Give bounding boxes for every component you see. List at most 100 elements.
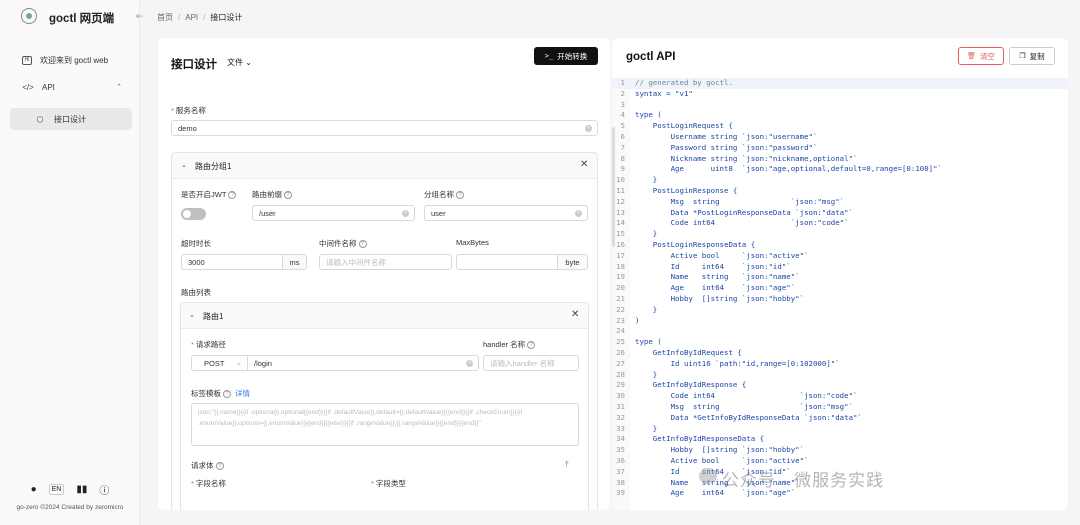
sidebar-item-interface-design[interactable]: ⬡ 接口设计 [10,108,132,130]
code-text: Hobby []string `json:"hobby"` [635,445,805,455]
code-line: 9 Age uint8 `json:"age,optional,default=… [612,164,1068,175]
code-text: Id int64 `json:"id"` [635,261,791,271]
code-text: type ( [635,337,662,347]
code-text: GetInfoByIdResponseData { [635,434,765,444]
close-icon[interactable]: ✕ [571,309,579,320]
route-group-title: 路由分组1 [195,162,232,171]
route-header[interactable]: ⌄ 路由1 ✕ [181,303,588,329]
help-icon: ? [228,191,237,200]
chevron-down-icon: ⌄ [245,58,252,67]
code-line: 16 PostLoginResponseData { [612,240,1068,251]
timeout-input[interactable]: 3000 [181,254,283,270]
help-icon: ? [223,390,231,399]
code-text: PostLoginRequest { [635,121,733,131]
line-number: 36 [616,456,625,465]
breadcrumb-api[interactable]: API [185,13,198,22]
line-number: 16 [616,240,625,249]
tag-template-label: 标签模板? 详情 [191,389,250,399]
clear-input-icon[interactable]: × [585,125,592,132]
tag-detail-link[interactable]: 详情 [235,389,250,398]
code-line: 23) [612,316,1068,327]
sidebar-item-api[interactable]: </> API ⌃ [10,76,132,98]
method-select[interactable]: POST ⌄ [191,355,248,371]
copy-button[interactable]: ❐ 复制 [1009,47,1055,65]
collapse-sidebar-icon[interactable]: ⇤ [136,11,144,22]
code-text: Name string `json:"name"` [635,272,800,282]
code-text: PostLoginResponse { [635,186,738,195]
info-icon[interactable]: ⓘ [99,482,109,497]
line-number: 37 [616,466,625,476]
github-icon[interactable]: ● [31,484,37,495]
prefix-input[interactable]: /user × [252,205,415,221]
middleware-input[interactable]: 请输入中间件名称 [319,254,452,270]
timeout-label: 超时时长 [181,239,211,248]
book-icon[interactable]: ▮▮ [76,484,87,495]
code-icon: </> [22,82,34,92]
sidebar-item-label: 欢迎来到 goctl web [40,55,109,65]
path-label: * 请求路径 [191,340,226,349]
chevron-up-icon: ⌃ [116,84,122,91]
file-menu[interactable]: 文件 ⌄ [227,57,252,68]
service-name-input[interactable]: demo × [171,120,598,136]
clear-input-icon[interactable]: × [402,210,409,217]
app-logo-icon [21,8,37,24]
language-toggle[interactable]: EN [48,483,65,495]
line-number: 29 [616,380,625,390]
code-line: 33 } [612,424,1068,435]
code-line: 1 // generated by goctl. [612,78,1068,89]
breadcrumb-current: 接口设计 [210,13,243,22]
chevron-down-icon: ⌄ [189,312,195,319]
line-number: 7 [620,142,625,152]
code-line: 29 GetInfoByIdResponse { [612,380,1068,391]
import-icon[interactable]: ⤒ [565,460,569,470]
maxbytes-input[interactable] [456,254,558,270]
code-text: PostLoginResponseData { [635,240,756,249]
route-group-header[interactable]: ⌄ 路由分组1 ✕ [172,153,597,179]
line-number: 14 [616,218,625,228]
code-text: Password string `json:"password"` [635,142,818,152]
code-line: 28 } [612,370,1068,381]
line-number: 3 [620,99,625,109]
path-input[interactable]: /login × [247,355,479,371]
design-panel: 接口设计 文件 ⌄ >_ 开始转换 * 服务名称 demo × ⌄ 路由分组1 ✕ 是… [158,38,610,510]
breadcrumb-home[interactable]: 首页 [157,13,173,22]
handler-input[interactable]: 请输入handler 名称 [483,355,579,371]
tag-template-textarea[interactable]: json:"{{.name}}{{if .optional}},optional… [191,403,579,446]
line-number: 2 [620,88,625,98]
group-name-input[interactable]: user × [424,205,588,221]
code-text: Code int64 `json:"code"` [635,218,849,228]
close-icon[interactable]: ✕ [580,159,588,170]
line-number: 32 [616,412,625,422]
clear-input-icon[interactable]: × [575,210,582,217]
line-number: 38 [616,477,625,487]
field-name-label: * 字段名称 [191,479,226,488]
routes-label: 路由列表 [181,288,211,297]
code-text: Id uint16 `path:"id,range=[0:102000]"` [635,358,840,368]
line-number: 9 [620,164,625,174]
jwt-toggle[interactable] [181,208,206,220]
prefix-label: 路由前缀? [252,189,292,200]
line-number: 1 [620,78,625,87]
code-text: Active bool `json:"active"` [635,250,809,260]
code-text: Username string `json:"username"` [635,132,818,141]
line-number: 12 [616,196,625,206]
help-icon: ? [284,191,292,200]
timeout-unit: ms [283,254,307,270]
line-number: 19 [616,272,625,282]
code-text: GetInfoByIdResponse { [635,380,747,390]
code-text: ) [635,315,640,325]
line-number: 28 [616,369,625,379]
code-line: 15 } [612,229,1068,240]
code-editor[interactable]: 1// generated by goctl. 2 syntax = "v1" 3 4 t… [612,78,1068,510]
code-text: } [635,369,658,379]
clear-input-icon[interactable]: × [466,360,473,367]
code-line: 24 [612,326,1068,337]
sidebar-item-welcome[interactable]: Hi 欢迎来到 goctl web [10,49,132,71]
clear-button[interactable]: 🗑 清空 [958,47,1004,65]
code-line: 26 GetInfoByIdRequest { [612,348,1068,359]
help-icon: ? [215,462,224,471]
generate-button[interactable]: >_ 开始转换 [534,47,598,65]
code-line: 30 Code int64 `json:"code"` [612,391,1068,402]
line-number: 30 [616,391,625,401]
line-number: 5 [620,121,625,131]
